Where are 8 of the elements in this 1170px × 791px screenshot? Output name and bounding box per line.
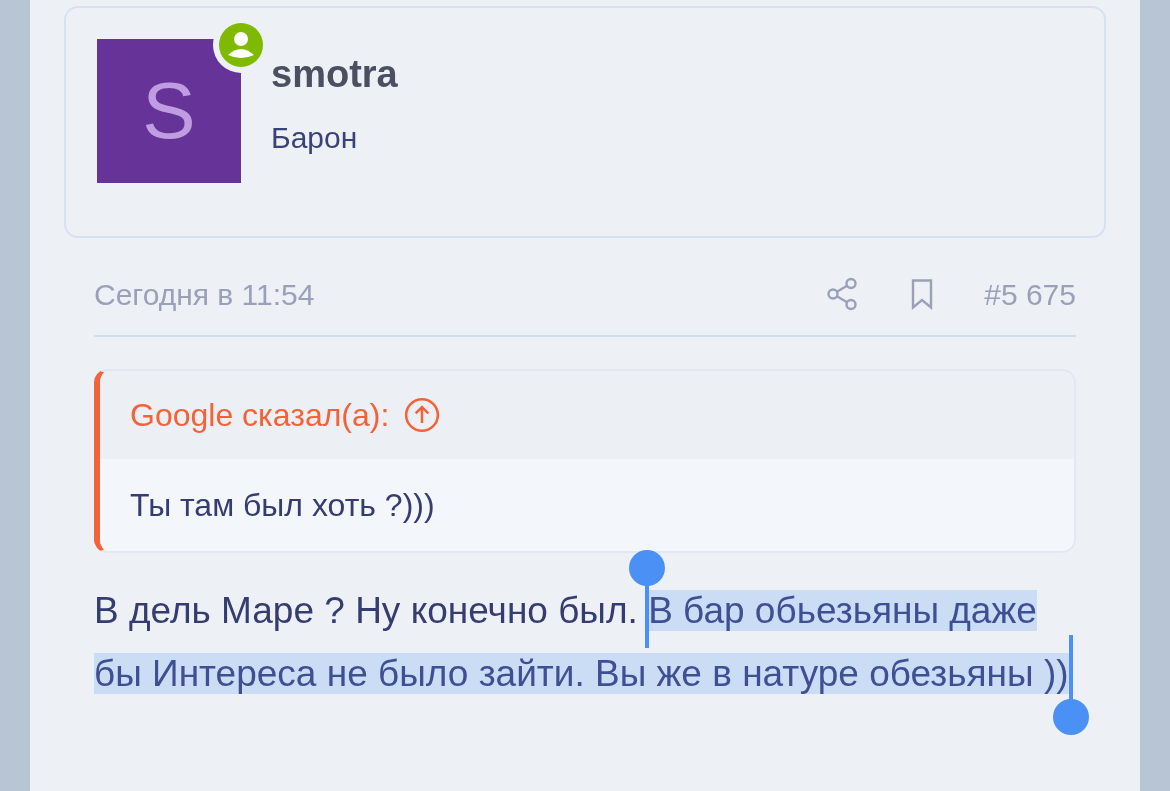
post-time[interactable]: Сегодня в 11:54 (94, 271, 315, 317)
arrow-up-circle-icon[interactable] (403, 396, 442, 434)
user-title: Барон (271, 120, 359, 156)
avatar[interactable]: S (97, 39, 241, 183)
quote-author[interactable]: Google сказал(а): (130, 391, 390, 439)
quote-text: Ты там был хоть ?))) (130, 486, 435, 525)
username[interactable]: smotra (271, 51, 398, 97)
post-number[interactable]: #5 675 (984, 271, 1076, 317)
